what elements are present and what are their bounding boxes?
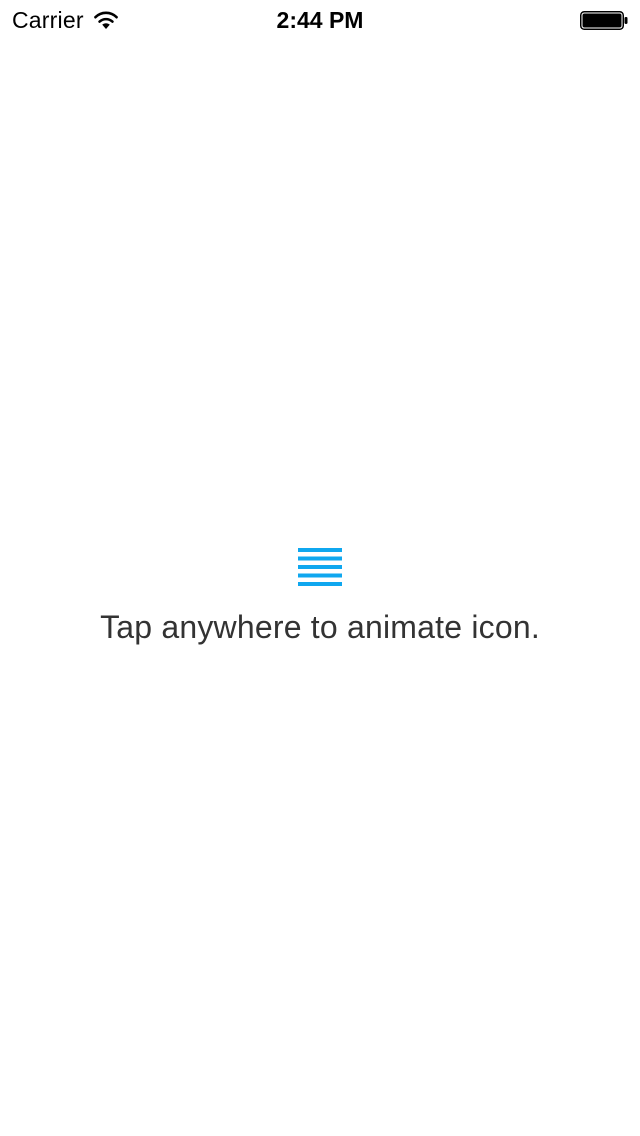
time-label: 2:44 PM bbox=[276, 7, 364, 33]
status-bar: Carrier 2:44 PM bbox=[0, 0, 640, 40]
hamburger-menu-icon[interactable] bbox=[298, 546, 342, 586]
app-screen[interactable]: Carrier 2:44 PM Tap anywhere to animate … bbox=[0, 0, 640, 1136]
battery-fill bbox=[582, 13, 622, 28]
hint-label: Tap anywhere to animate icon. bbox=[100, 609, 540, 645]
content-area: Tap anywhere to animate icon. bbox=[0, 546, 640, 648]
battery-icon bbox=[580, 11, 628, 30]
